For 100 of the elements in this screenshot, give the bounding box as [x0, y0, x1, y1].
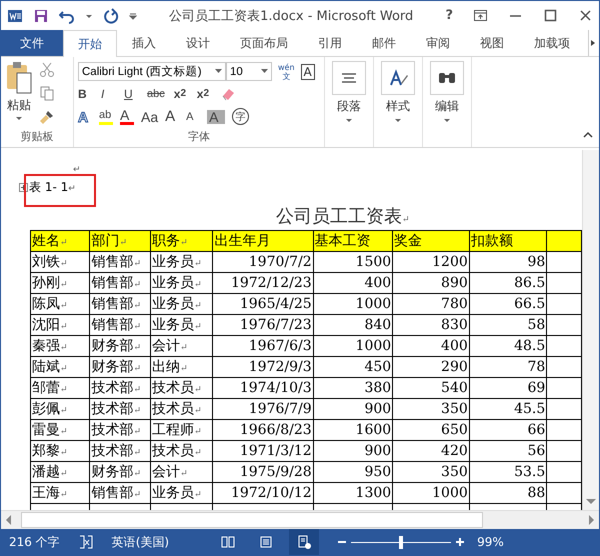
ribbon-tab[interactable]: 插入 [117, 30, 171, 56]
ribbon-display-icon[interactable] [473, 8, 488, 24]
proofing-icon[interactable] [78, 534, 94, 550]
caret-icon [443, 118, 451, 124]
collapse-ribbon-icon[interactable] [583, 130, 593, 139]
language[interactable]: 英语(美国) [112, 534, 170, 551]
save-icon[interactable] [33, 8, 49, 24]
font-color-button[interactable]: A [120, 108, 134, 126]
scissors-icon[interactable] [39, 60, 55, 77]
grow-font-button[interactable]: A [165, 110, 180, 124]
font-name-field[interactable]: Calibri Light (西文标题) [78, 62, 226, 82]
table-cell: 业务员↵ [150, 293, 213, 314]
table-cell: 78 [469, 356, 547, 378]
table-cell: 业务员↵ [150, 482, 213, 504]
table-cell: 350 [392, 398, 470, 420]
caret-icon [261, 69, 268, 74]
table-cell: 86.5 [469, 272, 547, 294]
highlight-box [24, 174, 96, 207]
column-header: 出生年月 [212, 230, 314, 252]
zoom-level[interactable]: 99% [477, 535, 504, 550]
scroll-right-icon[interactable] [589, 38, 597, 48]
underline-button[interactable]: U [124, 86, 138, 101]
table-cell: 1976/7/23 [212, 314, 314, 336]
table-cell: 技术员↵ [150, 440, 213, 462]
table-cell: 1976/7/9 [212, 398, 314, 420]
enclose-button[interactable]: 字 [232, 108, 250, 126]
table-cell: 650 [392, 419, 470, 440]
table-cell: 98 [469, 251, 547, 272]
horizontal-scrollbar-thumb[interactable] [21, 512, 483, 528]
highlight-button[interactable]: ab [99, 108, 113, 126]
table-cell: 销售部↵ [90, 314, 151, 336]
web-layout-button[interactable] [289, 529, 320, 556]
ribbon-tab[interactable]: 开始 [63, 30, 117, 57]
zoom-in-icon[interactable] [455, 537, 466, 548]
file-tab[interactable]: 文件 [1, 30, 63, 56]
table-cell: 45.5 [469, 398, 547, 420]
ribbon-tab[interactable]: 审阅 [411, 30, 465, 56]
table-cell: 950 [313, 461, 393, 482]
paintbrush-icon[interactable] [39, 108, 55, 125]
table-cell: 技术员↵ [150, 398, 213, 420]
table-cell: 技术部↵ [90, 377, 151, 398]
caret-icon [345, 118, 353, 124]
phonetic-guide-button[interactable]: wén 文 [278, 62, 295, 81]
ribbon-tab[interactable]: 引用 [303, 30, 357, 56]
vertical-scrollbar[interactable] [582, 150, 599, 510]
font-size-field[interactable]: 10 [226, 62, 272, 82]
customize-toolbar-icon[interactable] [129, 12, 137, 20]
redo-icon[interactable] [103, 8, 119, 24]
table-cell: 780 [392, 293, 470, 314]
table-cell: 66 [469, 419, 547, 440]
ribbon-tab[interactable]: 邮件 [357, 30, 411, 56]
table-cell: 88 [469, 482, 547, 504]
table-cell: 830 [392, 314, 470, 336]
table-cell: 孙刚↵ [30, 272, 90, 294]
ribbon-tab[interactable]: 视图 [465, 30, 519, 56]
table-cell: 1000 [392, 482, 470, 504]
table-cell: 郑黎↵ [30, 440, 90, 462]
ribbon-tab[interactable]: 页面布局 [225, 30, 303, 56]
table-cell: 业务员↵ [150, 272, 213, 294]
table-cell: 1300 [313, 482, 393, 504]
table-cell: 1972/10/12 [212, 482, 314, 504]
table-cell: 陈凤↵ [30, 293, 90, 314]
copy-icon[interactable] [39, 84, 55, 101]
table-cell: 53.5 [469, 461, 547, 482]
text-effects-button[interactable]: A [78, 110, 92, 124]
shading-button[interactable]: A [207, 110, 226, 124]
column-header: 基本工资 [313, 230, 393, 252]
table-cell: 1000 [313, 335, 393, 356]
word-count[interactable]: 216 个字 [9, 534, 60, 551]
book-icon [220, 534, 236, 550]
strikethrough-button[interactable]: abc [147, 88, 165, 100]
character-border-button[interactable]: A [300, 64, 315, 80]
paste-button[interactable]: 粘贴 [5, 60, 33, 125]
column-header: 部门↵ [90, 230, 151, 252]
table-cell: 彭佩↵ [30, 398, 90, 420]
table-cell: 350 [392, 461, 470, 482]
close-icon[interactable] [578, 8, 593, 24]
web-page-icon [296, 534, 312, 550]
table-cell: 财务部↵ [90, 356, 151, 378]
help-button[interactable]: ? [445, 8, 453, 24]
table-cell: 会计↵ [150, 335, 213, 356]
caret-icon [15, 116, 23, 122]
bold-button[interactable]: B [78, 86, 92, 101]
table-cell: 420 [392, 440, 470, 462]
table-cell: 58 [469, 314, 547, 336]
page-icon [258, 534, 274, 550]
table-cell: 1200 [392, 251, 470, 272]
ribbon-tab[interactable]: 设计 [171, 30, 225, 56]
column-header: 扣款额 [469, 230, 547, 252]
italic-button[interactable]: I [101, 86, 115, 101]
ribbon-tab[interactable]: 加载项 [519, 30, 585, 56]
table-cell: 69 [469, 377, 547, 398]
table-cell: 450 [313, 356, 393, 378]
table-cell: 业务员↵ [150, 314, 213, 336]
table-cell: 1972/12/23 [212, 272, 314, 294]
table-cell: 1600 [313, 419, 393, 440]
change-case-button[interactable]: Aa [141, 110, 158, 124]
shrink-font-button[interactable]: A [186, 110, 200, 124]
table-cell: 技术部↵ [90, 419, 151, 440]
maximize-icon[interactable] [543, 8, 558, 24]
